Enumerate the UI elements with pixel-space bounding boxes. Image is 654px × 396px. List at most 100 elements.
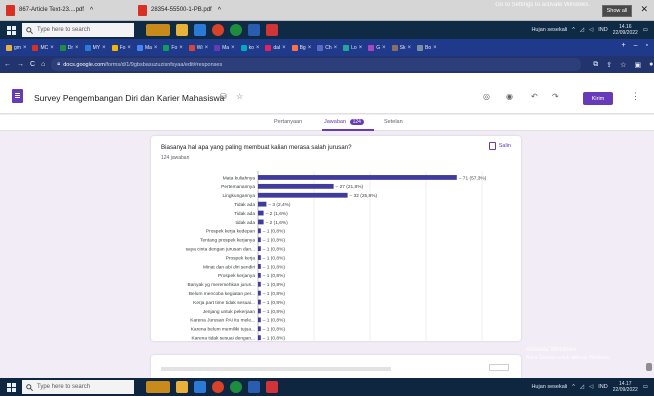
chrome-icon[interactable] <box>212 24 224 36</box>
acrobat-icon[interactable] <box>266 24 278 36</box>
acrobat-icon[interactable] <box>266 381 278 393</box>
browser-tab[interactable]: MY × <box>83 42 108 54</box>
profile-icon[interactable]: ● <box>649 61 653 69</box>
form-title[interactable]: Survey Pengembangan Diri dan Karier Maha… <box>34 93 224 103</box>
store-icon[interactable] <box>194 24 206 36</box>
minimize-icon[interactable]: – <box>634 42 638 49</box>
scrollbar-thumb[interactable] <box>646 363 652 371</box>
weather-text[interactable]: Hujan sesekali <box>531 27 567 33</box>
clock[interactable]: 14.17 22/09/2022 <box>613 381 638 393</box>
start-button[interactable] <box>0 21 22 39</box>
browser-tab[interactable]: MC × <box>30 42 55 54</box>
language-indicator[interactable]: IND <box>598 384 607 390</box>
close-tab-icon[interactable]: × <box>433 45 437 51</box>
file-explorer-icon[interactable] <box>176 381 188 393</box>
close-tab-icon[interactable]: × <box>23 45 27 51</box>
browser-tab[interactable]: Lo × <box>341 42 364 54</box>
google-forms-icon[interactable] <box>12 89 23 103</box>
star-icon[interactable]: ☆ <box>236 92 243 101</box>
close-tab-icon[interactable]: × <box>102 45 106 51</box>
close-tab-icon[interactable]: × <box>50 45 54 51</box>
back-icon[interactable]: ← <box>4 61 11 68</box>
tab-settings[interactable]: Setelan <box>384 119 403 125</box>
store-icon[interactable] <box>194 381 206 393</box>
url-field[interactable]: 🔒︎ docs.google.com /forms/d/1/9gbsbasuzu… <box>51 58 582 71</box>
browser-tab[interactable]: Ma × <box>212 42 236 54</box>
redo-icon[interactable]: ↷ <box>552 92 559 101</box>
more-options-icon[interactable]: ⋮ <box>631 91 640 102</box>
language-indicator[interactable]: IND <box>598 27 607 33</box>
close-tab-icon[interactable]: × <box>127 45 131 51</box>
reload-icon[interactable]: C <box>30 61 35 68</box>
weather-widget-icon[interactable] <box>146 24 170 36</box>
browser-tab[interactable]: Sk × <box>390 42 413 54</box>
start-button[interactable] <box>0 378 22 396</box>
move-to-folder-icon[interactable]: ⛁ <box>220 92 227 101</box>
weather-text[interactable]: Hujan sesekali <box>531 384 567 390</box>
close-tab-icon[interactable]: × <box>334 45 338 51</box>
send-button[interactable]: Kirim <box>583 92 613 105</box>
taskbar-search-input[interactable]: Type here to search <box>22 380 134 394</box>
browser-tab[interactable]: dal × <box>263 42 287 54</box>
word-icon[interactable] <box>248 24 260 36</box>
whatsapp-icon[interactable] <box>230 24 242 36</box>
share-icon[interactable]: ⇪ <box>606 61 612 69</box>
tab-questions[interactable]: Pertanyaan <box>274 119 302 125</box>
extensions-icon[interactable]: ⧉ <box>593 61 598 69</box>
home-icon[interactable]: ⌂ <box>41 61 45 68</box>
copy-chart-button[interactable] <box>489 364 509 371</box>
close-tab-icon[interactable]: × <box>308 45 312 51</box>
browser-tab[interactable]: Bg × <box>290 42 314 54</box>
browser-tab[interactable]: gm × <box>4 42 28 54</box>
file-explorer-icon[interactable] <box>176 24 188 36</box>
download-item[interactable]: 867-Article Text-23....pdf ^ <box>6 2 130 18</box>
tab-responses[interactable]: Jawaban 124 <box>324 119 364 125</box>
browser-tab[interactable]: G × <box>366 42 387 54</box>
close-tab-icon[interactable]: × <box>205 45 209 51</box>
network-icon[interactable]: ◿ <box>580 27 584 33</box>
taskbar-search-input[interactable]: Type here to search <box>22 23 134 37</box>
close-tab-icon[interactable]: × <box>359 45 363 51</box>
volume-icon[interactable]: ◁ <box>589 27 593 33</box>
notification-icon[interactable]: ▭ <box>643 384 648 390</box>
undo-icon[interactable]: ↶ <box>531 92 538 101</box>
whatsapp-icon[interactable] <box>230 381 242 393</box>
browser-tab[interactable]: Ch × <box>315 42 339 54</box>
sidebar-icon[interactable]: ▣ <box>634 61 641 69</box>
download-item[interactable]: 28354-55500-1-PB.pdf ^ <box>138 2 262 18</box>
close-icon[interactable]: ✕ <box>640 4 648 15</box>
chevron-up-icon[interactable]: ^ <box>572 27 575 33</box>
chevron-up-icon[interactable]: ^ <box>218 7 221 14</box>
browser-tab[interactable]: Bo × <box>415 42 439 54</box>
chevron-up-icon[interactable]: ^ <box>90 7 93 14</box>
preview-icon[interactable]: ◉ <box>506 92 513 101</box>
chevron-up-icon[interactable]: ^ <box>572 384 575 390</box>
browser-tab[interactable]: ko × <box>239 42 262 54</box>
maximize-icon[interactable]: ▫ <box>646 42 648 49</box>
forward-icon[interactable]: → <box>17 61 24 68</box>
network-icon[interactable]: ◿ <box>580 384 584 390</box>
close-tab-icon[interactable]: × <box>179 45 183 51</box>
new-tab-icon[interactable]: + <box>622 42 626 49</box>
chrome-icon[interactable] <box>212 381 224 393</box>
close-tab-icon[interactable]: × <box>256 45 260 51</box>
close-tab-icon[interactable]: × <box>75 45 79 51</box>
palette-icon[interactable]: ◎ <box>483 92 490 101</box>
browser-tab[interactable]: Dr × <box>58 42 81 54</box>
browser-tab[interactable]: Ma × <box>135 42 159 54</box>
close-tab-icon[interactable]: × <box>282 45 286 51</box>
close-tab-icon[interactable]: × <box>407 45 411 51</box>
volume-icon[interactable]: ◁ <box>589 384 593 390</box>
close-tab-icon[interactable]: × <box>382 45 386 51</box>
weather-widget-icon[interactable] <box>146 381 170 393</box>
close-tab-icon[interactable]: × <box>154 45 158 51</box>
browser-tab[interactable]: Wi × <box>187 42 210 54</box>
show-all-button[interactable]: Show all <box>602 5 632 17</box>
clock[interactable]: 14.16 22/09/2022 <box>613 24 638 36</box>
browser-tab[interactable]: Fo × <box>110 42 133 54</box>
word-icon[interactable] <box>248 381 260 393</box>
notification-icon[interactable]: ▭ <box>643 27 648 33</box>
star-icon[interactable]: ☆ <box>620 61 626 69</box>
close-tab-icon[interactable]: × <box>231 45 235 51</box>
browser-tab[interactable]: Fo × <box>161 42 184 54</box>
